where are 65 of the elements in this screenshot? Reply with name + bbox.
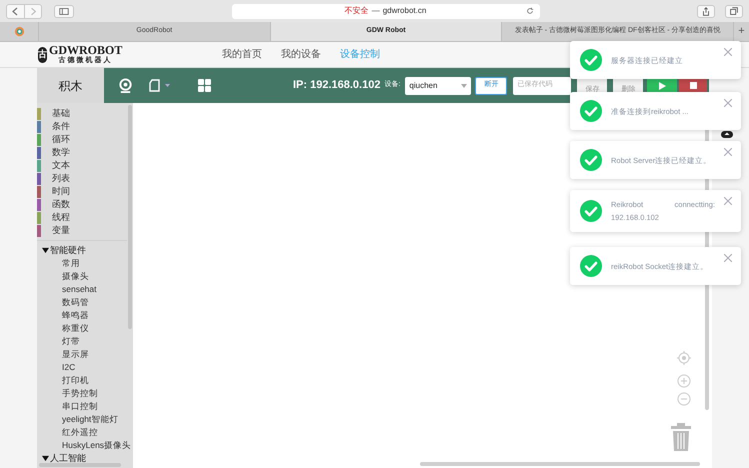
nav-link[interactable]: 我的设备: [281, 47, 321, 62]
category-item[interactable]: 基础: [37, 107, 133, 120]
sidebar-item[interactable]: 灯带: [62, 335, 80, 348]
sidebar-item[interactable]: 串口控制: [62, 400, 98, 413]
zoom-in-icon[interactable]: [677, 374, 691, 388]
sidebar-item[interactable]: 数码管: [62, 296, 89, 309]
sidebar-item[interactable]: HuskyLens摄像头: [62, 439, 132, 452]
tabs-icon[interactable]: [725, 4, 743, 18]
category-item[interactable]: 时间: [37, 185, 133, 198]
check-circle-icon: [580, 100, 602, 122]
sidebar-item[interactable]: sensehat: [62, 283, 96, 296]
sidebar-icon[interactable]: [54, 4, 74, 18]
ip-address: IP: 192.168.0.102: [293, 78, 380, 94]
grid-icon[interactable]: [198, 79, 211, 92]
sidebar-item[interactable]: 称重仪: [62, 322, 89, 335]
check-circle-icon: [580, 149, 602, 171]
close-icon[interactable]: [724, 254, 732, 262]
file-dropdown-icon[interactable]: [149, 79, 173, 92]
separator: —: [372, 5, 380, 17]
check-circle-icon: [580, 49, 602, 71]
category-item[interactable]: 函数: [37, 198, 133, 211]
caret-down-icon: [461, 84, 468, 88]
reload-icon[interactable]: [526, 6, 534, 14]
group-item[interactable]: 人工智能: [50, 452, 86, 466]
upload-icon[interactable]: [721, 131, 733, 138]
favicon-icon[interactable]: [14, 26, 24, 37]
check-circle-icon: [580, 200, 602, 222]
close-icon[interactable]: [724, 197, 732, 205]
webcam-icon[interactable]: [118, 78, 133, 93]
stop-icon: [690, 82, 697, 89]
address-field[interactable]: 不安全 — gdwrobot.cn: [232, 4, 540, 18]
close-icon[interactable]: [724, 148, 732, 156]
category-item[interactable]: 条件: [37, 120, 133, 133]
center-icon[interactable]: [677, 351, 691, 365]
category-item[interactable]: 循环: [37, 133, 133, 146]
sidebar-item[interactable]: 显示屏: [62, 348, 89, 361]
blocks-tab[interactable]: 积木: [37, 68, 104, 103]
category-item[interactable]: 文本: [37, 159, 133, 172]
device-select[interactable]: qiuchen: [405, 76, 472, 94]
security-warning: 不安全: [344, 5, 369, 17]
logo-name: GDWROBOT: [49, 44, 122, 56]
logo-mark: 古: [38, 46, 47, 62]
sidebar-item[interactable]: 手势控制: [62, 387, 98, 400]
category-item[interactable]: 列表: [37, 172, 133, 185]
url-text: gdwrobot.cn: [382, 5, 426, 17]
share-icon[interactable]: [697, 4, 715, 18]
category-item[interactable]: 数学: [37, 146, 133, 159]
group-item[interactable]: 智能硬件: [50, 244, 86, 258]
close-icon[interactable]: [724, 48, 732, 56]
sidebar-item[interactable]: 打印机: [62, 374, 89, 387]
close-icon[interactable]: [724, 99, 732, 107]
sidebar-item[interactable]: yeelight智能灯: [62, 413, 118, 426]
sidebar-item[interactable]: 常用: [62, 257, 80, 270]
category-item[interactable]: 变量: [37, 224, 133, 237]
nav-link[interactable]: 我的首页: [222, 47, 262, 62]
zoom-out-icon[interactable]: [677, 392, 691, 406]
category-item[interactable]: 线程: [37, 211, 133, 224]
sidebar-item[interactable]: 摄像头: [62, 270, 89, 283]
check-circle-icon: [580, 255, 602, 277]
sidebar-item[interactable]: I2C: [62, 361, 76, 374]
trash-icon[interactable]: [670, 421, 692, 451]
play-icon: [658, 82, 666, 90]
sidebar-item[interactable]: 蜂鸣器: [62, 309, 89, 322]
caret-down-icon[interactable]: [42, 247, 49, 254]
sidebar-item[interactable]: 红外遥控: [62, 426, 98, 439]
